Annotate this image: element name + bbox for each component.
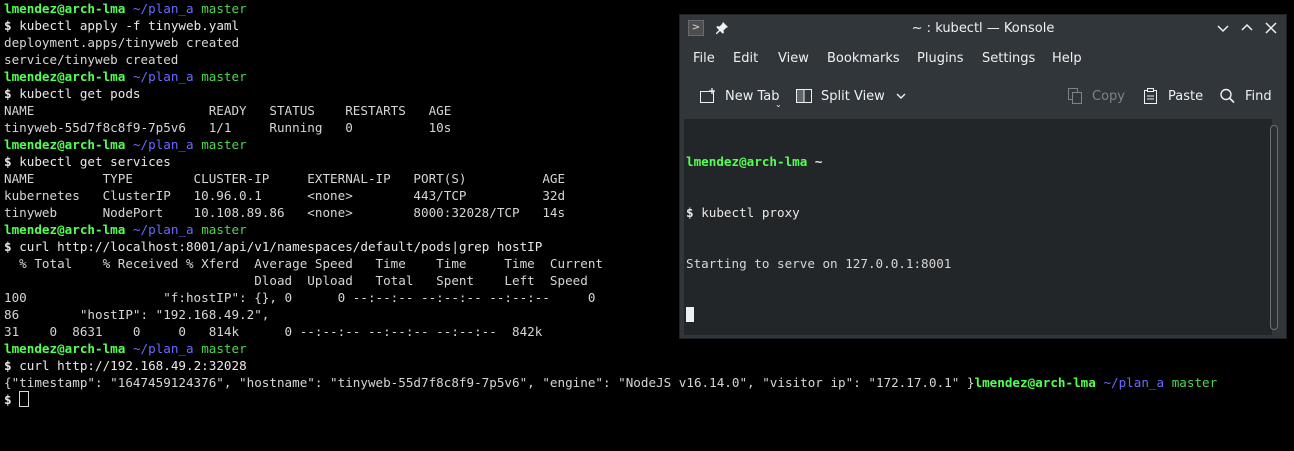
output-text: NAME TYPE CLUSTER-IP EXTERNAL-IP PORT(S)… bbox=[4, 171, 566, 186]
prompt-branch: master bbox=[201, 222, 247, 237]
prompt-path: ~/plan_a bbox=[132, 222, 194, 237]
prompt-symbol: $ bbox=[4, 18, 12, 33]
new-tab-icon bbox=[699, 88, 717, 104]
prompt-branch: master bbox=[201, 137, 247, 152]
konsole-window[interactable]: > ~ : kubectl — Konsole File Edit View B… bbox=[679, 14, 1287, 339]
konsole-prompt-line: lmendez@arch-lma ~ bbox=[686, 153, 1272, 170]
maximize-icon[interactable] bbox=[1238, 19, 1256, 37]
menu-plugins[interactable]: Plugins bbox=[917, 51, 964, 66]
output-text: % Total % Received % Xferd Average Speed… bbox=[4, 256, 603, 271]
prompt-symbol: $ bbox=[4, 239, 12, 254]
paste-button[interactable]: Paste bbox=[1142, 88, 1203, 104]
menu-edit[interactable]: Edit bbox=[733, 51, 758, 66]
prompt-branch: master bbox=[201, 69, 247, 84]
prompt-user: lmendez@arch-lma bbox=[4, 222, 126, 237]
output-text: service/tinyweb created bbox=[4, 52, 179, 67]
command-text: kubectl get pods bbox=[19, 86, 141, 101]
prompt-symbol: $ bbox=[4, 392, 12, 407]
output-text: tinyweb NodePort 10.108.89.86 <none> 800… bbox=[4, 205, 566, 220]
scrollbar[interactable] bbox=[1270, 125, 1278, 330]
prompt-user: lmendez@arch-lma bbox=[686, 154, 808, 169]
menu-bar: File Edit View Bookmarks Plugins Setting… bbox=[680, 42, 1286, 74]
output-text: Starting to serve on 127.0.0.1:8001 bbox=[686, 256, 952, 271]
terminal-cursor-line: $ bbox=[4, 391, 1294, 408]
prompt-branch: master bbox=[1171, 375, 1218, 390]
output-text: kubernetes ClusterIP 10.96.0.1 <none> 44… bbox=[4, 188, 566, 203]
find-button[interactable]: Find bbox=[1219, 88, 1272, 104]
terminal-command-line: $ curl http://192.168.49.2:32028 bbox=[4, 357, 1294, 374]
paste-icon bbox=[1142, 88, 1160, 104]
prompt-symbol: $ bbox=[4, 154, 12, 169]
command-text: curl http://192.168.49.2:32028 bbox=[19, 358, 247, 373]
prompt-path: ~ bbox=[814, 154, 823, 169]
konsole-command-line: $ kubectl proxy bbox=[686, 204, 1272, 221]
prompt-path: ~/plan_a bbox=[132, 341, 194, 356]
konsole-output-line: Starting to serve on 127.0.0.1:8001 bbox=[686, 255, 1272, 272]
text-cursor bbox=[19, 391, 30, 407]
konsole-terminal-area[interactable]: lmendez@arch-lma ~ $ kubectl proxy Start… bbox=[684, 119, 1272, 335]
prompt-branch: master bbox=[201, 341, 247, 356]
copy-button[interactable]: Copy bbox=[1066, 88, 1125, 104]
close-icon[interactable] bbox=[1262, 19, 1280, 37]
prompt-path: ~/plan_a bbox=[132, 137, 194, 152]
output-text: Dload Upload Total Spent Left Speed bbox=[4, 273, 588, 288]
text-cursor bbox=[686, 307, 694, 322]
menu-bookmarks[interactable]: Bookmarks bbox=[827, 51, 900, 66]
copy-icon bbox=[1066, 88, 1084, 104]
prompt-symbol: $ bbox=[4, 86, 12, 101]
new-tab-dropdown-icon[interactable]: ⌄ bbox=[775, 100, 782, 109]
chevron-down-icon[interactable] bbox=[1214, 19, 1232, 37]
prompt-symbol: $ bbox=[686, 205, 694, 220]
menu-settings[interactable]: Settings bbox=[982, 51, 1035, 66]
command-text: kubectl apply -f tinyweb.yaml bbox=[19, 18, 240, 33]
konsole-cursor-line bbox=[686, 306, 1272, 323]
prompt-user: lmendez@arch-lma bbox=[4, 341, 126, 356]
window-titlebar[interactable]: > ~ : kubectl — Konsole bbox=[680, 15, 1286, 42]
paste-label: Paste bbox=[1168, 88, 1204, 104]
output-text: 100 "f:hostIP": {}, 0 0 --:--:-- --:--:-… bbox=[4, 290, 596, 305]
find-label: Find bbox=[1245, 88, 1272, 104]
output-text: NAME READY STATUS RESTARTS AGE bbox=[4, 103, 452, 118]
chevron-down-icon[interactable] bbox=[895, 91, 907, 101]
split-view-label: Split View bbox=[821, 88, 885, 104]
menu-file[interactable]: File bbox=[693, 51, 715, 66]
output-text: 86 "hostIP": "192.168.49.2", bbox=[4, 307, 270, 322]
window-title: ~ : kubectl — Konsole bbox=[911, 21, 1055, 36]
prompt-branch: master bbox=[201, 1, 247, 16]
toolbar: New Tab ⌄ Split View Copy Paste Find bbox=[680, 78, 1286, 114]
prompt-user: lmendez@arch-lma bbox=[4, 1, 126, 16]
output-text: {"timestamp": "1647459124376", "hostname… bbox=[4, 375, 975, 390]
output-text: deployment.apps/tinyweb created bbox=[4, 35, 240, 50]
command-text: curl http://localhost:8001/api/v1/namesp… bbox=[19, 239, 543, 254]
prompt-user: lmendez@arch-lma bbox=[4, 137, 126, 152]
split-view-button[interactable]: Split View bbox=[795, 88, 907, 104]
search-icon bbox=[1219, 88, 1237, 104]
prompt-user: lmendez@arch-lma bbox=[974, 375, 1096, 390]
split-view-icon bbox=[795, 88, 813, 104]
output-text: 31 0 8631 0 0 814k 0 --:--:-- --:--:-- -… bbox=[4, 324, 543, 339]
prompt-symbol: $ bbox=[4, 358, 12, 373]
prompt-path: ~/plan_a bbox=[132, 69, 194, 84]
prompt-path: ~/plan_a bbox=[132, 1, 194, 16]
menu-help[interactable]: Help bbox=[1052, 51, 1082, 66]
output-text: tinyweb-55d7f8c8f9-7p5v6 1/1 Running 0 1… bbox=[4, 120, 452, 135]
copy-label: Copy bbox=[1092, 88, 1125, 104]
new-tab-label: New Tab bbox=[725, 88, 780, 104]
command-text: kubectl get services bbox=[19, 154, 171, 169]
menu-view[interactable]: View bbox=[778, 51, 809, 66]
prompt-user: lmendez@arch-lma bbox=[4, 69, 126, 84]
terminal-output-line: {"timestamp": "1647459124376", "hostname… bbox=[4, 374, 1294, 391]
prompt-path: ~/plan_a bbox=[1103, 375, 1165, 390]
command-text: kubectl proxy bbox=[701, 205, 800, 220]
new-tab-button[interactable]: New Tab bbox=[699, 88, 780, 104]
